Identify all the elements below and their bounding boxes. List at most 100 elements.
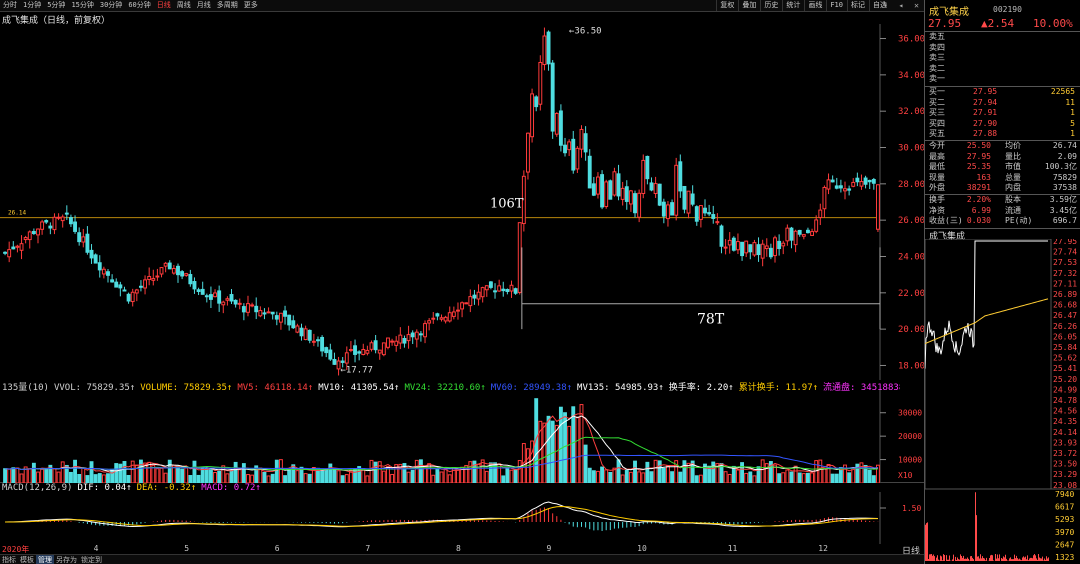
candle-body xyxy=(464,302,469,305)
volume-unit-label: X10 xyxy=(898,471,913,480)
macd-tick-label: 1.50 xyxy=(902,504,921,513)
quote-stats: 今开 25.50 均价 26.74 最高 27.95 量比 2.09 最低 25.35 市值 100.… xyxy=(925,141,1080,194)
candlestick-chart[interactable]: 18.00 20.00 22.00 24.00 26.00 28.00 30.00 32.00… xyxy=(0,24,924,380)
period-tab[interactable]: 1分钟 xyxy=(20,0,44,11)
period-tab[interactable]: 日线 xyxy=(154,0,174,11)
volume-bar xyxy=(517,459,522,483)
reference-price-label: 26.14 xyxy=(8,210,26,217)
period-tab[interactable]: 周线 xyxy=(174,0,194,11)
stat-row: 外盘 38291 内盘 37538 xyxy=(925,183,1080,194)
intraday-price-tick: 23.08 xyxy=(1053,481,1077,490)
volume-bar xyxy=(167,459,172,483)
candle-body xyxy=(64,212,69,215)
toolbar-button[interactable]: 画线 xyxy=(804,0,825,11)
volume-bar xyxy=(670,471,675,483)
volume-bar xyxy=(546,415,551,483)
volume-bar xyxy=(180,468,185,483)
candle-body xyxy=(27,231,32,241)
candle-body xyxy=(806,229,810,234)
volume-bar xyxy=(163,472,168,483)
volume-bar xyxy=(7,468,12,483)
stock-name: 成飞集成 xyxy=(929,7,969,18)
intraday-price-tick: 27.74 xyxy=(1053,248,1077,257)
candle-body xyxy=(439,317,444,320)
period-tab[interactable]: 60分钟 xyxy=(125,0,153,11)
volume-bar xyxy=(633,460,637,483)
buy-level-price: 27.91 xyxy=(973,108,998,117)
volume-bar xyxy=(542,422,547,483)
bottom-tab[interactable]: 另存为 xyxy=(54,555,79,564)
quote-panel: 成飞集成 002190 27.95 ▲2.54 10.00% 卖五 卖四 卖三 卖二卖… xyxy=(924,0,1080,564)
period-tab[interactable]: 15分钟 xyxy=(68,0,96,11)
period-tab[interactable]: 5分钟 xyxy=(44,0,68,11)
candle-body xyxy=(670,202,675,216)
volume-bar xyxy=(233,461,238,483)
intraday-chart[interactable]: 27.95 27.7427.53 27.3227.11 26.89 26.6826.47… xyxy=(925,239,1080,564)
candle-body xyxy=(316,339,320,342)
volume-bar xyxy=(456,468,460,483)
candle-body xyxy=(530,93,535,138)
volume-bar xyxy=(406,471,411,483)
candle-body xyxy=(456,309,460,312)
period-tab[interactable]: 多周期 xyxy=(214,0,241,11)
toolbar-button[interactable]: 复权 xyxy=(716,0,737,11)
candle-body xyxy=(526,132,530,173)
candle-body xyxy=(431,317,436,320)
candle-body xyxy=(563,144,567,154)
stat-value: 3.45亿 xyxy=(1049,205,1077,215)
volume-bar xyxy=(867,469,872,483)
volume-bar xyxy=(365,475,370,483)
candle-body xyxy=(871,179,876,184)
volume-bar xyxy=(793,465,798,483)
stat-label: 总量 xyxy=(1005,172,1021,182)
volume-bar xyxy=(336,470,341,483)
bottom-tab[interactable]: 指标 xyxy=(0,555,18,564)
candle-body xyxy=(863,177,868,185)
candle-body xyxy=(435,313,440,317)
period-tab[interactable]: 分时 xyxy=(0,0,20,11)
volume-ma-line xyxy=(5,415,879,472)
x-month-label: 6 xyxy=(274,544,280,553)
volume-bar xyxy=(435,468,440,483)
toolbar-button[interactable]: F10 xyxy=(826,0,846,11)
candle-body xyxy=(291,320,296,329)
window-controls[interactable]: ▾ ◂ ✕ xyxy=(883,0,922,11)
candle-body xyxy=(353,345,357,355)
candle-body xyxy=(546,31,551,65)
candle-body xyxy=(134,289,139,294)
sell-level-label: 卖二 xyxy=(929,63,945,73)
volume-chart[interactable]: 10000 20000 30000 X10 xyxy=(0,390,924,483)
bottom-tab[interactable]: 管理 xyxy=(36,555,54,564)
volume-bar xyxy=(785,469,790,483)
toolbar-button[interactable]: 历史 xyxy=(760,0,781,11)
stat-value: 6.99 xyxy=(971,205,991,215)
toolbar-button[interactable]: 标记 xyxy=(847,0,868,11)
bottom-tab[interactable]: 锁定到 xyxy=(79,555,104,564)
buy-level-label: 买一 xyxy=(929,87,945,96)
y-tick-label: 32.00 xyxy=(898,107,924,117)
volume-bar xyxy=(505,468,510,483)
period-tab[interactable]: 月线 xyxy=(194,0,214,11)
candle-body xyxy=(23,237,28,241)
volume-bar xyxy=(15,467,20,483)
candle-body xyxy=(361,349,366,356)
volume-bar xyxy=(56,471,61,483)
candle-body xyxy=(707,212,712,215)
candle-body xyxy=(402,338,407,344)
candle-body xyxy=(785,227,790,242)
intraday-price-tick: 23.50 xyxy=(1053,460,1077,469)
volume-bar xyxy=(110,468,115,483)
sell-level-label: 卖五 xyxy=(929,32,945,41)
period-tab[interactable]: 更多 xyxy=(241,0,261,11)
period-tab[interactable]: 30分钟 xyxy=(97,0,125,11)
volume-bar xyxy=(859,462,864,483)
toolbar-button[interactable]: 统计 xyxy=(782,0,803,11)
volume-bar xyxy=(727,473,732,483)
stat-value: 3.59亿 xyxy=(1049,195,1077,204)
toolbar-button[interactable]: 叠加 xyxy=(738,0,759,11)
macd-chart[interactable]: 1.50 xyxy=(0,492,924,544)
volume-bar xyxy=(410,469,415,483)
candle-body xyxy=(571,138,576,171)
candle-body xyxy=(101,268,106,275)
bottom-tab[interactable]: 模板 xyxy=(18,555,36,564)
